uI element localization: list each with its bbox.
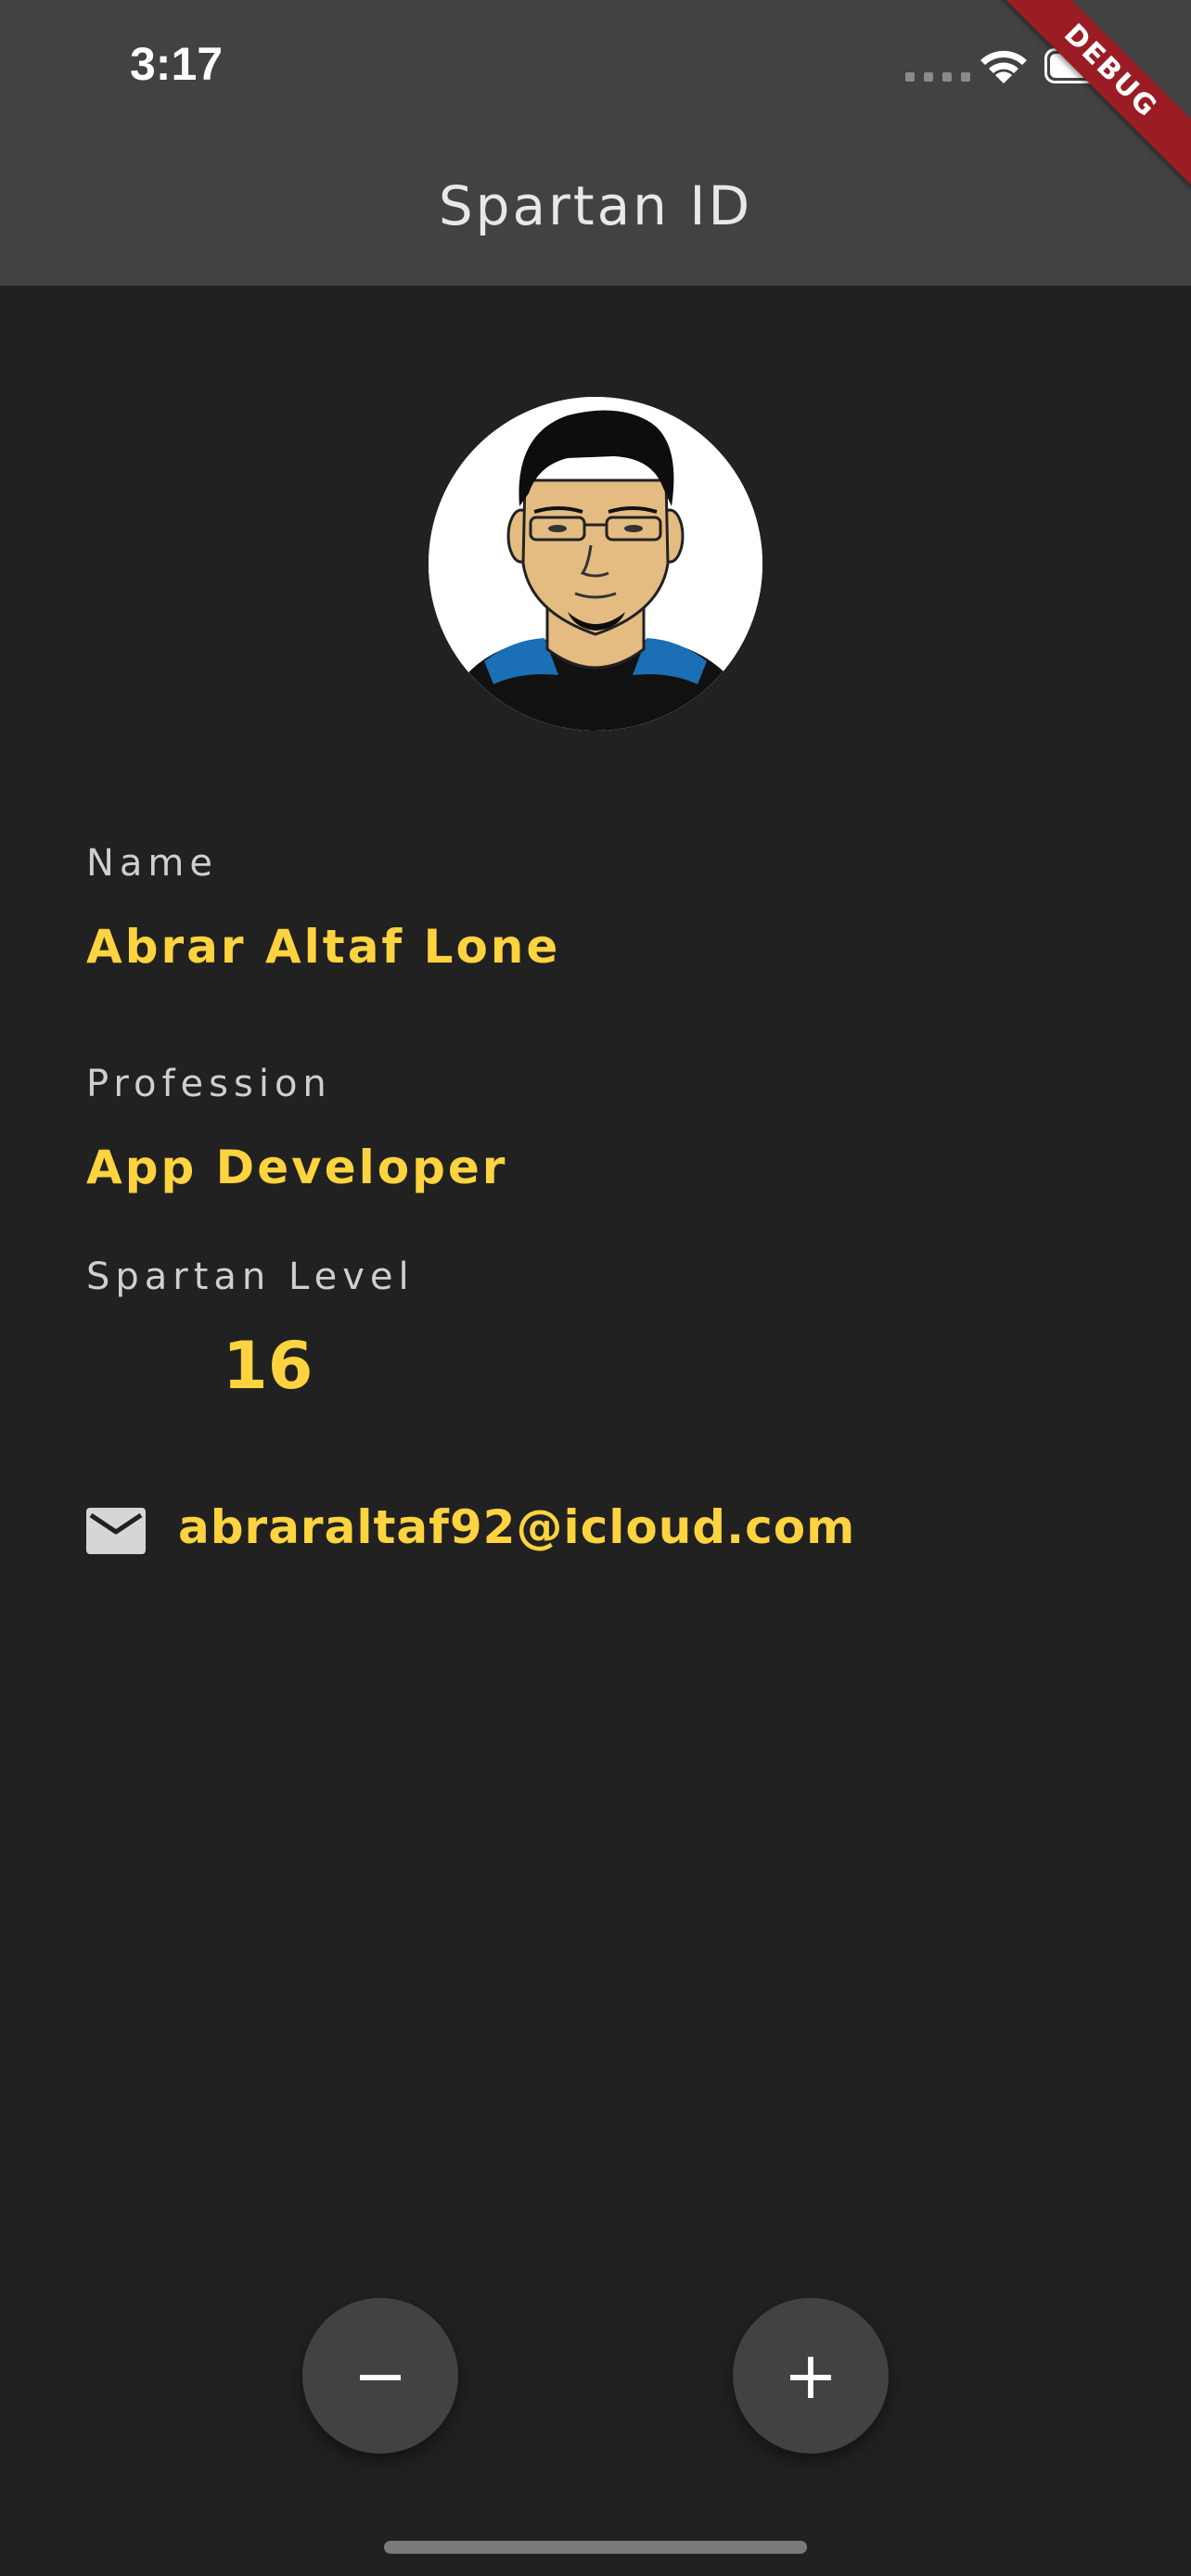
- mail-icon: [86, 1508, 146, 1554]
- decrement-level-button[interactable]: −: [302, 2298, 458, 2454]
- cellular-signal-icon: [905, 72, 970, 82]
- profession-value: App Developer: [86, 1141, 508, 1194]
- status-time: 3:17: [130, 38, 224, 90]
- home-indicator[interactable]: [384, 2541, 807, 2554]
- debug-banner: DEBUG: [985, 0, 1191, 197]
- avatar: [429, 397, 762, 731]
- profession-label: Profession: [86, 1063, 332, 1105]
- name-value: Abrar Altaf Lone: [86, 920, 561, 974]
- app-bar: 3:17 Spartan ID DEBUG: [0, 0, 1191, 286]
- spartan-level-value: 16: [223, 1328, 314, 1404]
- name-label: Name: [86, 842, 219, 885]
- page-title: Spartan ID: [438, 174, 753, 237]
- email-value[interactable]: abraraltaf92@icloud.com: [178, 1500, 855, 1554]
- wifi-icon: [980, 50, 1027, 83]
- cartoon-avatar-icon: [429, 397, 762, 731]
- spartan-level-label: Spartan Level: [86, 1256, 415, 1298]
- screen: 3:17 Spartan ID DEBUG Name Abrar Altaf L…: [0, 0, 1191, 2576]
- increment-level-button[interactable]: +: [733, 2298, 889, 2454]
